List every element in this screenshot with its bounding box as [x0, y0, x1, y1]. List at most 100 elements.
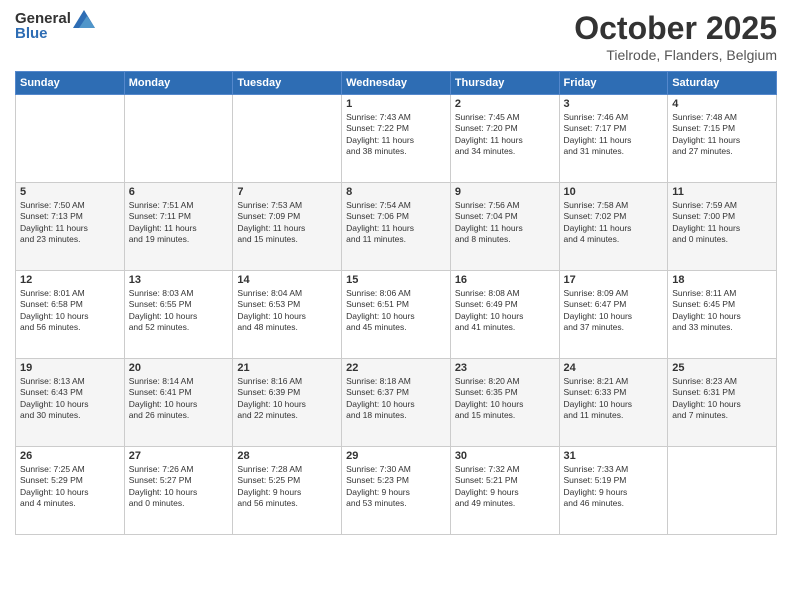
day-info: Sunrise: 8:01 AM Sunset: 6:58 PM Dayligh…: [20, 288, 120, 334]
day-number: 6: [129, 186, 229, 198]
day-cell: 25 Sunrise: 8:23 AM Sunset: 6:31 PM Dayli…: [668, 359, 777, 447]
weekday-header-monday: Monday: [124, 72, 233, 95]
day-number: 14: [237, 274, 337, 286]
day-info: Sunrise: 7:46 AM Sunset: 7:17 PM Dayligh…: [564, 112, 664, 158]
day-info: Sunrise: 8:09 AM Sunset: 6:47 PM Dayligh…: [564, 288, 664, 334]
day-info: Sunrise: 8:14 AM Sunset: 6:41 PM Dayligh…: [129, 376, 229, 422]
day-cell: [16, 95, 125, 183]
day-info: Sunrise: 8:04 AM Sunset: 6:53 PM Dayligh…: [237, 288, 337, 334]
day-number: 31: [564, 450, 664, 462]
day-cell: 27Sunrise: 7:26 AM Sunset: 5:27 PM Dayli…: [124, 447, 233, 535]
day-cell: 4Sunrise: 7:48 AM Sunset: 7:15 PM Daylig…: [668, 95, 777, 183]
day-info: Sunrise: 7:32 AM Sunset: 5:21 PM Dayligh…: [455, 464, 555, 510]
day-number: 16: [455, 274, 555, 286]
day-number: 29: [346, 450, 446, 462]
day-number: 28: [237, 450, 337, 462]
day-number: 25: [672, 362, 772, 374]
day-number: 30: [455, 450, 555, 462]
day-number: 27: [129, 450, 229, 462]
day-cell: [668, 447, 777, 535]
day-info: Sunrise: 7:50 AM Sunset: 7:13 PM Dayligh…: [20, 200, 120, 246]
week-row-3: 12 Sunrise: 8:01 AM Sunset: 6:58 PM Dayli…: [16, 271, 777, 359]
day-cell: 18Sunrise: 8:11 AM Sunset: 6:45 PM Dayli…: [668, 271, 777, 359]
week-row-1: 1 Sunrise: 7:43 AM Sunset: 7:22 PM Daylig…: [16, 95, 777, 183]
weekday-header-thursday: Thursday: [450, 72, 559, 95]
day-cell: 19 Sunrise: 8:13 AM Sunset: 6:43 PM Dayli…: [16, 359, 125, 447]
day-info: Sunrise: 7:53 AM Sunset: 7:09 PM Dayligh…: [237, 200, 337, 246]
day-info: Sunrise: 7:28 AM Sunset: 5:25 PM Dayligh…: [237, 464, 337, 510]
day-info: Sunrise: 7:59 AM Sunset: 7:00 PM Dayligh…: [672, 200, 772, 246]
day-cell: 7 Sunrise: 7:53 AM Sunset: 7:09 PM Daylig…: [233, 183, 342, 271]
day-info: Sunrise: 7:25 AM Sunset: 5:29 PM Dayligh…: [20, 464, 120, 510]
day-info: Sunrise: 7:45 AM Sunset: 7:20 PM Dayligh…: [455, 112, 555, 158]
day-cell: 10 Sunrise: 7:58 AM Sunset: 7:02 PM Dayli…: [559, 183, 668, 271]
day-info: Sunrise: 7:30 AM Sunset: 5:23 PM Dayligh…: [346, 464, 446, 510]
day-cell: 2 Sunrise: 7:45 AM Sunset: 7:20 PM Daylig…: [450, 95, 559, 183]
day-cell: 17 Sunrise: 8:09 AM Sunset: 6:47 PM Dayli…: [559, 271, 668, 359]
day-info: Sunrise: 8:03 AM Sunset: 6:55 PM Dayligh…: [129, 288, 229, 334]
day-number: 20: [129, 362, 229, 374]
day-cell: 31Sunrise: 7:33 AM Sunset: 5:19 PM Dayli…: [559, 447, 668, 535]
day-number: 12: [20, 274, 120, 286]
weekday-header-friday: Friday: [559, 72, 668, 95]
day-info: Sunrise: 7:51 AM Sunset: 7:11 PM Dayligh…: [129, 200, 229, 246]
day-cell: 23 Sunrise: 8:20 AM Sunset: 6:35 PM Dayli…: [450, 359, 559, 447]
weekday-header-row: SundayMondayTuesdayWednesdayThursdayFrid…: [16, 72, 777, 95]
day-number: 23: [455, 362, 555, 374]
location: Tielrode, Flanders, Belgium: [574, 47, 777, 63]
day-cell: 30 Sunrise: 7:32 AM Sunset: 5:21 PM Dayli…: [450, 447, 559, 535]
day-number: 8: [346, 186, 446, 198]
day-cell: 15Sunrise: 8:06 AM Sunset: 6:51 PM Dayli…: [342, 271, 451, 359]
day-cell: 20 Sunrise: 8:14 AM Sunset: 6:41 PM Dayli…: [124, 359, 233, 447]
day-number: 3: [564, 98, 664, 110]
day-number: 9: [455, 186, 555, 198]
day-number: 7: [237, 186, 337, 198]
day-info: Sunrise: 8:18 AM Sunset: 6:37 PM Dayligh…: [346, 376, 446, 422]
day-cell: [233, 95, 342, 183]
day-cell: 3 Sunrise: 7:46 AM Sunset: 7:17 PM Daylig…: [559, 95, 668, 183]
day-number: 22: [346, 362, 446, 374]
day-info: Sunrise: 7:58 AM Sunset: 7:02 PM Dayligh…: [564, 200, 664, 246]
day-info: Sunrise: 8:23 AM Sunset: 6:31 PM Dayligh…: [672, 376, 772, 422]
day-number: 19: [20, 362, 120, 374]
day-info: Sunrise: 7:48 AM Sunset: 7:15 PM Dayligh…: [672, 112, 772, 158]
logo: General Blue: [15, 10, 95, 43]
day-info: Sunrise: 8:20 AM Sunset: 6:35 PM Dayligh…: [455, 376, 555, 422]
day-cell: 21Sunrise: 8:16 AM Sunset: 6:39 PM Dayli…: [233, 359, 342, 447]
day-cell: 12 Sunrise: 8:01 AM Sunset: 6:58 PM Dayli…: [16, 271, 125, 359]
day-number: 5: [20, 186, 120, 198]
day-cell: 1 Sunrise: 7:43 AM Sunset: 7:22 PM Daylig…: [342, 95, 451, 183]
day-cell: 11Sunrise: 7:59 AM Sunset: 7:00 PM Dayli…: [668, 183, 777, 271]
day-cell: 6 Sunrise: 7:51 AM Sunset: 7:11 PM Daylig…: [124, 183, 233, 271]
weekday-header-tuesday: Tuesday: [233, 72, 342, 95]
day-cell: [124, 95, 233, 183]
day-cell: 22 Sunrise: 8:18 AM Sunset: 6:37 PM Dayli…: [342, 359, 451, 447]
day-cell: 9Sunrise: 7:56 AM Sunset: 7:04 PM Daylig…: [450, 183, 559, 271]
weekday-header-sunday: Sunday: [16, 72, 125, 95]
day-number: 2: [455, 98, 555, 110]
day-info: Sunrise: 8:08 AM Sunset: 6:49 PM Dayligh…: [455, 288, 555, 334]
calendar-table: SundayMondayTuesdayWednesdayThursdayFrid…: [15, 71, 777, 535]
day-number: 10: [564, 186, 664, 198]
weekday-header-saturday: Saturday: [668, 72, 777, 95]
day-info: Sunrise: 8:13 AM Sunset: 6:43 PM Dayligh…: [20, 376, 120, 422]
day-number: 17: [564, 274, 664, 286]
header: General Blue October 2025 Tielrode, Flan…: [15, 10, 777, 63]
day-number: 1: [346, 98, 446, 110]
day-cell: 24Sunrise: 8:21 AM Sunset: 6:33 PM Dayli…: [559, 359, 668, 447]
day-info: Sunrise: 7:54 AM Sunset: 7:06 PM Dayligh…: [346, 200, 446, 246]
day-cell: 8 Sunrise: 7:54 AM Sunset: 7:06 PM Daylig…: [342, 183, 451, 271]
day-cell: 16 Sunrise: 8:08 AM Sunset: 6:49 PM Dayli…: [450, 271, 559, 359]
day-number: 26: [20, 450, 120, 462]
title-area: October 2025 Tielrode, Flanders, Belgium: [574, 10, 777, 63]
day-info: Sunrise: 7:43 AM Sunset: 7:22 PM Dayligh…: [346, 112, 446, 158]
day-cell: 26 Sunrise: 7:25 AM Sunset: 5:29 PM Dayli…: [16, 447, 125, 535]
day-number: 15: [346, 274, 446, 286]
day-cell: 13Sunrise: 8:03 AM Sunset: 6:55 PM Dayli…: [124, 271, 233, 359]
day-number: 18: [672, 274, 772, 286]
weekday-header-wednesday: Wednesday: [342, 72, 451, 95]
day-cell: 29 Sunrise: 7:30 AM Sunset: 5:23 PM Dayli…: [342, 447, 451, 535]
day-cell: 28 Sunrise: 7:28 AM Sunset: 5:25 PM Dayli…: [233, 447, 342, 535]
day-cell: 14 Sunrise: 8:04 AM Sunset: 6:53 PM Dayli…: [233, 271, 342, 359]
day-info: Sunrise: 8:16 AM Sunset: 6:39 PM Dayligh…: [237, 376, 337, 422]
